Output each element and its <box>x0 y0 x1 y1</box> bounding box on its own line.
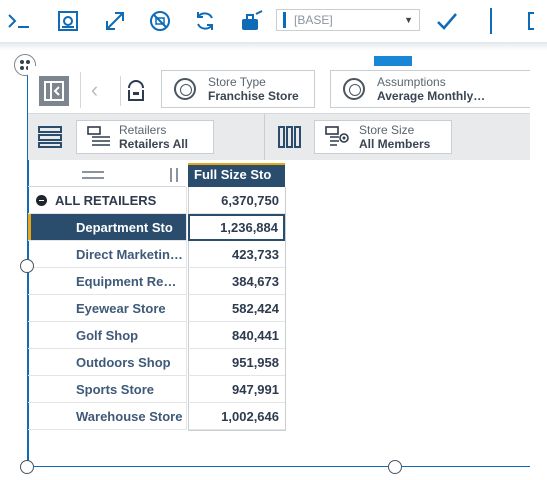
refresh-icon[interactable] <box>191 8 219 34</box>
grid-border <box>186 187 187 430</box>
row-header-all-retailers[interactable]: ALL RETAILERS <box>28 187 186 214</box>
grid-cell[interactable]: 423,733 <box>188 241 285 268</box>
pin-icon <box>127 80 144 101</box>
sandbox-color-bar <box>283 12 286 28</box>
row-label: Sports Store <box>76 382 155 397</box>
chip-value: Franchise Store <box>208 89 299 103</box>
resize-handle-left[interactable] <box>20 259 34 273</box>
column-dimension-chip[interactable]: Store Size All Members <box>314 120 452 154</box>
chip-title: Store Size <box>359 123 415 137</box>
row-label: Outdoors Shop <box>76 355 171 370</box>
row-label: Golf Shop <box>76 328 139 343</box>
row-label: Direct Marketing Channel <box>76 247 184 262</box>
console-icon[interactable] <box>6 8 34 34</box>
sandbox-select-value: [BASE] <box>294 13 333 27</box>
grid-cell[interactable]: 6,370,750 <box>188 187 285 214</box>
main-toolbar: [BASE] ▼ <box>0 0 547 42</box>
row-header-golf[interactable]: Golf Shop <box>28 322 186 349</box>
dimension-icon <box>174 78 196 100</box>
toolbar-overflow-icon[interactable] <box>528 12 534 30</box>
column-resize-icon[interactable] <box>170 168 178 182</box>
context-chip-store-type[interactable]: Store Type Franchise Store <box>161 70 315 108</box>
chip-title: Store Type <box>208 75 266 89</box>
grid-cell[interactable]: 840,441 <box>188 322 285 349</box>
row-header-sports[interactable]: Sports Store <box>28 376 186 403</box>
sandbox-icon[interactable] <box>238 8 266 34</box>
chip-value: Retailers All <box>119 137 188 151</box>
toggle-panel-button[interactable] <box>39 76 69 106</box>
collapse-panel-icon <box>44 81 64 101</box>
grid-cell[interactable]: 1,002,646 <box>188 403 285 430</box>
grid-cell[interactable]: 947,991 <box>188 376 285 403</box>
grid-cell[interactable]: 582,424 <box>188 295 285 322</box>
chip-title: Assumptions <box>377 75 446 89</box>
row-header-department[interactable]: Department Sto <box>28 214 186 241</box>
frame-bottom-line <box>27 466 530 467</box>
row-header-direct-marketing[interactable]: Direct Marketing Channel <box>28 241 186 268</box>
resize-handle-bottom-left[interactable] <box>20 460 34 474</box>
chip-value: Average Monthly… <box>377 89 486 103</box>
grid-cell[interactable]: 384,673 <box>188 268 285 295</box>
row-header-equipment-rental[interactable]: Equipment Rental Store <box>28 268 186 295</box>
grid-border <box>188 430 286 431</box>
toolbar-shadow <box>0 42 547 50</box>
save-view-icon[interactable] <box>54 8 82 34</box>
sandbox-select[interactable]: [BASE] ▼ <box>276 9 420 31</box>
row-label: Warehouse Store <box>76 409 183 424</box>
grid-cell-selected[interactable]: 1,236,884 <box>188 214 285 241</box>
row-header-corner <box>28 163 186 187</box>
resize-handle-bottom[interactable] <box>388 460 402 474</box>
hierarchy-list-icon <box>87 126 110 146</box>
row-header-outdoors[interactable]: Outdoors Shop <box>28 349 186 376</box>
row-header-warehouse[interactable]: Warehouse Store <box>28 403 186 430</box>
columns-axis-icon[interactable] <box>276 124 304 150</box>
chip-title: Retailers <box>119 123 167 137</box>
context-bar: ‹ Store Type Franchise Store Assumptions… <box>28 66 530 114</box>
column-header-full-size[interactable]: Full Size Sto <box>188 163 285 187</box>
chevron-left-icon[interactable]: ‹ <box>80 72 108 108</box>
hierarchy-gear-icon <box>325 126 349 146</box>
pin-context-button[interactable] <box>120 76 150 106</box>
menu-icon[interactable] <box>82 171 104 179</box>
row-label: ALL RETAILERS <box>55 193 157 208</box>
checkmark-icon[interactable] <box>433 8 461 34</box>
chip-value: All Members <box>359 137 431 151</box>
row-label: Department Sto <box>76 220 173 235</box>
row-label: Equipment Rental Store <box>76 274 184 289</box>
disable-icon[interactable] <box>146 8 174 34</box>
dimension-bar: Retailers Retailers All Store Size All M… <box>28 114 530 160</box>
rows-axis-icon[interactable] <box>28 114 72 160</box>
dimension-divider <box>264 114 265 160</box>
row-dimension-chip[interactable]: Retailers Retailers All <box>76 120 214 154</box>
context-chip-assumptions[interactable]: Assumptions Average Monthly… <box>330 70 530 108</box>
row-header-eyewear[interactable]: Eyewear Store <box>28 295 186 322</box>
row-label: Eyewear Store <box>76 301 166 316</box>
grid-cell[interactable]: 951,958 <box>188 349 285 376</box>
collapse-icon[interactable] <box>36 194 47 206</box>
dimension-icon <box>343 78 365 100</box>
grid-border <box>285 187 286 430</box>
toolbar-separator <box>490 8 492 34</box>
expand-icon[interactable] <box>101 8 129 34</box>
chevron-down-icon: ▼ <box>404 15 413 25</box>
